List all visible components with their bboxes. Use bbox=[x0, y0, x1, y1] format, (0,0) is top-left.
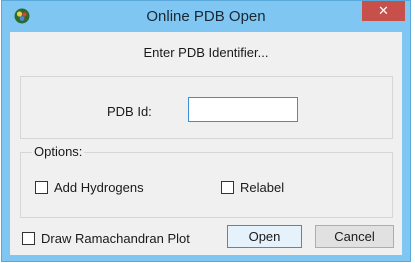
add-hydrogens-label: Add Hydrogens bbox=[54, 180, 144, 195]
dialog-body: Enter PDB Identifier... PDB Id: Options:… bbox=[10, 32, 402, 255]
prompt-text: Enter PDB Identifier... bbox=[143, 45, 269, 60]
pdb-id-group: PDB Id: bbox=[20, 76, 393, 139]
cancel-button[interactable]: Cancel bbox=[315, 225, 394, 248]
relabel-label: Relabel bbox=[240, 180, 285, 195]
pdb-id-input[interactable] bbox=[188, 97, 298, 122]
relabel-box[interactable] bbox=[221, 181, 234, 194]
dialog-window: Online PDB Open ✕ Enter PDB Identifier..… bbox=[1, 0, 411, 262]
open-button-label: Open bbox=[248, 229, 281, 244]
close-button[interactable]: ✕ bbox=[362, 1, 405, 21]
add-hydrogens-checkbox[interactable]: Add Hydrogens bbox=[35, 180, 144, 195]
options-label: Options: bbox=[32, 144, 85, 159]
ramachandran-label: Draw Ramachandran Plot bbox=[41, 231, 190, 246]
close-icon: ✕ bbox=[378, 3, 389, 18]
relabel-checkbox[interactable]: Relabel bbox=[221, 180, 284, 195]
title-bar[interactable]: Online PDB Open ✕ bbox=[2, 1, 410, 31]
cancel-button-label: Cancel bbox=[334, 229, 375, 244]
ramachandran-checkbox[interactable]: Draw Ramachandran Plot bbox=[22, 231, 190, 246]
ramachandran-box[interactable] bbox=[22, 232, 35, 245]
pdb-id-label: PDB Id: bbox=[107, 104, 152, 119]
open-button[interactable]: Open bbox=[227, 225, 302, 248]
add-hydrogens-box[interactable] bbox=[35, 181, 48, 194]
window-title: Online PDB Open bbox=[146, 8, 266, 25]
